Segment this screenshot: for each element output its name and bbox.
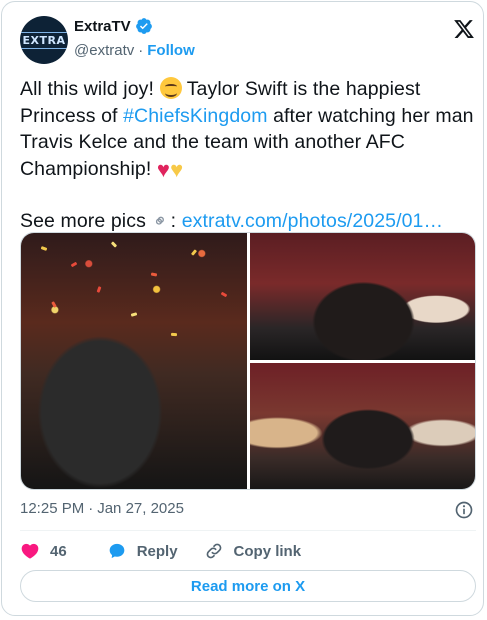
tweet-time: 12:25 PM bbox=[20, 500, 85, 517]
yellow-heart-emoji-icon: ♥ bbox=[170, 156, 184, 182]
author-name-row: ExtraTV bbox=[74, 17, 153, 35]
see-more-text: See more pics bbox=[20, 210, 152, 232]
copy-link-label: Copy link bbox=[233, 542, 302, 560]
photo-taylor-confetti[interactable] bbox=[21, 233, 247, 489]
reply-label: Reply bbox=[136, 542, 178, 560]
author-display-name[interactable]: ExtraTV bbox=[74, 18, 131, 35]
author-handle-row: @extratv · Follow bbox=[74, 42, 195, 59]
divider bbox=[20, 530, 476, 531]
like-button[interactable]: 46 bbox=[20, 541, 67, 561]
author-handle[interactable]: @extratv bbox=[74, 42, 134, 59]
timestamp-separator: · bbox=[88, 500, 94, 517]
tweet-date: Jan 27, 2025 bbox=[97, 500, 184, 517]
photo-taylor-celebrating[interactable] bbox=[250, 363, 475, 489]
heart-icon bbox=[21, 543, 39, 559]
x-logo-icon[interactable] bbox=[453, 18, 475, 40]
info-icon[interactable] bbox=[454, 500, 474, 520]
smiling-face-emoji-icon bbox=[159, 77, 182, 99]
colon-text: : bbox=[170, 210, 182, 232]
media-grid bbox=[20, 232, 476, 490]
extratv-logo: EXTRA bbox=[20, 31, 68, 49]
copy-link-button[interactable]: Copy link bbox=[204, 541, 302, 561]
tweet-text-line4: Championship! bbox=[20, 157, 157, 180]
tweet-timestamp[interactable]: 12:25 PM · Jan 27, 2025 bbox=[20, 500, 184, 517]
link-icon bbox=[206, 543, 221, 559]
like-count: 46 bbox=[50, 542, 67, 560]
tweet-text-line3: Travis Kelce and the team with another A… bbox=[20, 131, 405, 153]
follow-button[interactable]: Follow bbox=[147, 42, 195, 59]
reply-button[interactable]: Reply bbox=[107, 541, 178, 561]
tweet-text-line1b: Taylor Swift is the happiest bbox=[181, 78, 421, 100]
action-bar: 46 Reply Copy link bbox=[20, 539, 301, 563]
verified-badge-icon bbox=[135, 18, 152, 34]
tweet-text-line2b: after watching her man bbox=[267, 104, 474, 127]
tweet-text-line1a: All this wild joy! bbox=[20, 78, 160, 100]
tweet-text-line2a: Princess of bbox=[20, 104, 124, 127]
hashtag-link[interactable]: #ChiefsKingdom bbox=[123, 105, 267, 127]
tweet-card: EXTRA ExtraTV @extratv · Follow All this… bbox=[1, 1, 484, 616]
photos-link[interactable]: extratv.com/photos/2025/01… bbox=[182, 210, 443, 232]
photo-taylor-crowd[interactable] bbox=[250, 233, 475, 360]
avatar[interactable]: EXTRA bbox=[20, 16, 68, 64]
separator-dot: · bbox=[138, 42, 144, 59]
red-heart-emoji-icon: ♥ bbox=[156, 156, 171, 182]
tweet-text: All this wild joy! Taylor Swift is the h… bbox=[20, 76, 476, 235]
read-more-button[interactable]: Read more on X bbox=[20, 570, 476, 602]
reply-bubble-icon bbox=[109, 543, 125, 559]
